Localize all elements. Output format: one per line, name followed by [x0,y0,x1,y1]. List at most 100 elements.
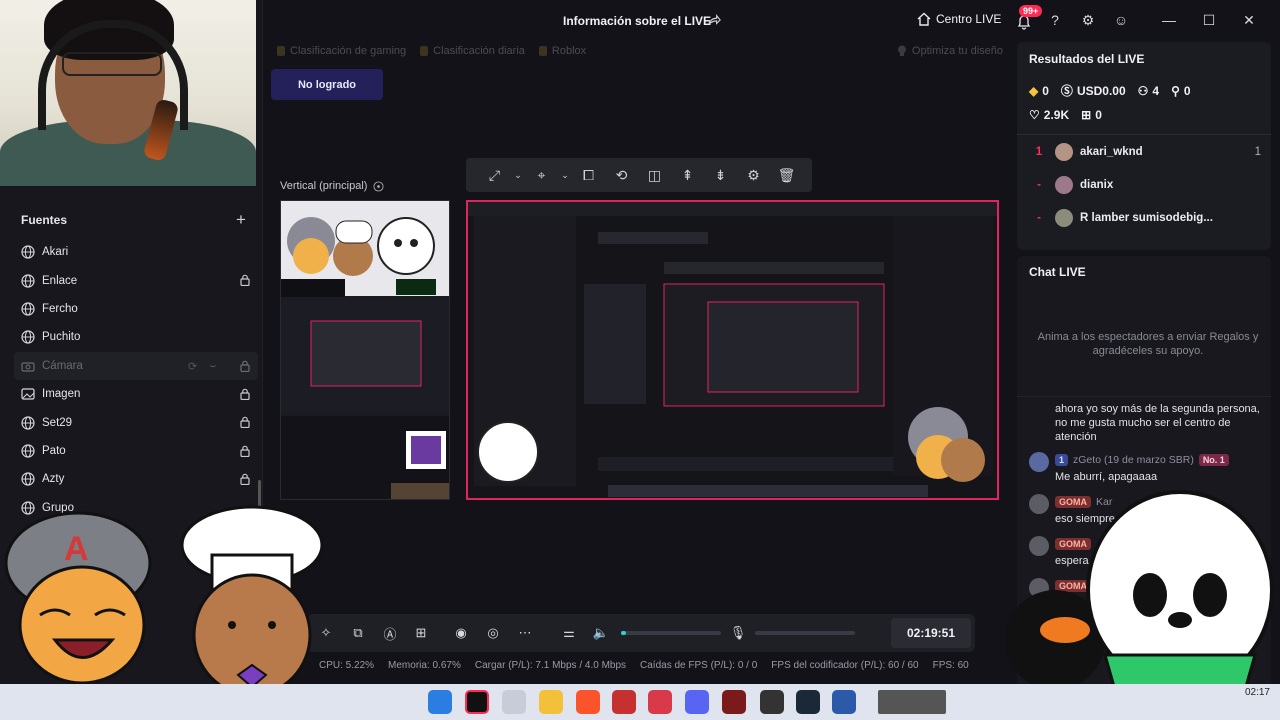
title-bar: Información sobre el LIVE [263,0,1015,40]
scene-icon[interactable]: ⊞ [412,624,430,642]
bulb-icon [897,45,906,56]
level-badge: 1 [1055,454,1069,466]
trash-icon[interactable]: 🗑 [770,158,803,192]
fit-icon[interactable]: ⤢ [478,158,511,192]
rotate-icon[interactable]: ⟲ [605,158,638,192]
add-source-icon[interactable]: + [236,211,246,228]
chip-daily[interactable]: Clasificación diaria [420,45,525,57]
ai-icon[interactable]: Ⓐ [381,624,399,642]
valorant-icon[interactable] [722,690,746,714]
window-thumbnail[interactable] [878,690,946,714]
voicemeeter-icon[interactable] [612,690,636,714]
layout-icon[interactable]: ⧉ [349,624,367,642]
trophy-icon [420,46,429,56]
chip-roblox[interactable]: Roblox [538,45,586,57]
discord-icon[interactable] [685,690,709,714]
globe-icon [21,245,35,259]
chevron-down-icon[interactable]: ⌄ [558,158,572,192]
help-icon[interactable]: ? [1047,12,1063,28]
chip-gaming[interactable]: Clasificación de gaming [277,45,406,57]
brave-icon[interactable] [576,690,600,714]
source-label: Puchito [42,331,81,344]
mixer-icon[interactable]: ⚌ [560,624,578,642]
settings-icon[interactable]: ⚙ [1080,12,1096,28]
source-item[interactable]: Enlace [14,266,258,294]
source-item[interactable]: Cámara ⟳ ⌣ [14,351,258,380]
steam-icon[interactable] [796,690,820,714]
lock-icon[interactable] [240,360,250,372]
game-icon [538,46,547,56]
ranking-username: dianix [1080,178,1114,191]
home-icon [917,12,931,26]
lock-icon[interactable] [240,445,250,457]
avatar [1029,452,1049,472]
windows-taskbar: 02:17 [0,684,1280,720]
lock-icon[interactable] [240,274,250,287]
vertical-label-text: Vertical (principal) [280,180,368,192]
lock-icon[interactable] [240,416,250,429]
globe-icon [21,472,35,486]
mic-slider[interactable] [755,631,855,635]
more-icon[interactable]: ⋯ [516,624,534,642]
viewers-icon: ⚇ [1137,83,1149,98]
source-label: Pato [42,444,66,457]
source-item[interactable]: Fercho [14,295,258,323]
share-icon[interactable] [707,13,721,27]
windows-start-icon[interactable] [428,690,452,714]
source-item[interactable]: Imagen [14,380,258,408]
source-item[interactable]: Pato [14,437,258,465]
image-icon [21,387,35,401]
metric-gifts: ⊞ 0 [1081,108,1102,122]
chat-user[interactable]: zGeto (19 de marzo SBR) [1073,454,1194,466]
app-icon[interactable] [648,690,672,714]
ranking-row[interactable]: 1 akari_wknd 1 [1017,135,1271,168]
horizontal-preview[interactable] [466,200,999,500]
crop-icon[interactable]: ⧠ [572,158,605,192]
flip-icon[interactable]: ◫ [638,158,671,192]
avatar-icon[interactable]: ☺ [1113,12,1129,28]
source-item[interactable]: Azty [14,465,258,493]
microphone-icon[interactable]: 🎙 [729,624,747,642]
window-title: Información sobre el LIVE [563,14,712,28]
position-icon[interactable]: ⌖ [525,158,558,192]
vertical-preview[interactable] [280,200,450,500]
tiktok-studio-icon[interactable] [465,690,489,714]
source-item[interactable]: Puchito [14,323,258,351]
lock-icon[interactable] [240,473,250,486]
send-backward-icon[interactable]: ⇟ [704,158,737,192]
speaker-icon[interactable]: 🔈 [592,624,610,642]
webcam-feed [0,0,256,186]
minimize-icon[interactable]: — [1161,12,1177,28]
chevron-down-icon[interactable]: ⌄ [511,158,525,192]
chat-meta: 1 zGeto (19 de marzo SBR) No. 1 [1055,454,1229,466]
replay-icon[interactable]: ◎ [484,624,502,642]
tiktok-app-icon[interactable] [502,690,526,714]
metric-diamonds: ◆ 0 [1029,83,1049,98]
source-label: Azty [42,473,65,486]
avatar [1055,175,1073,194]
refresh-icon[interactable]: ⟳ [188,360,197,373]
status-button[interactable]: No logrado [271,69,383,100]
close-icon[interactable]: ✕ [1241,12,1257,28]
obs-icon[interactable] [760,690,784,714]
maximize-icon[interactable]: ☐ [1201,12,1217,28]
volume-slider[interactable] [621,631,721,635]
ranking-row[interactable]: - R lamber sumisodebig... [1017,201,1271,234]
optimize-design[interactable]: Optimiza tu diseño [897,45,1003,57]
record-icon[interactable]: ◉ [452,624,470,642]
stat-fps: FPS: 60 [932,660,969,671]
source-item[interactable]: Akari [14,238,258,266]
source-item[interactable]: Set29 [14,408,258,436]
ranking-row[interactable]: - dianix [1017,168,1271,201]
diamond-icon: ◆ [1029,83,1039,98]
game-icon[interactable] [832,690,856,714]
visibility-icon[interactable]: ⌣ [209,360,216,372]
settings-icon[interactable]: ⚙ [737,158,770,192]
canvas-toolbar: ⤢ ⌄ ⌖ ⌄ ⧠ ⟲ ◫ ⇞ ⇟ ⚙ 🗑 [466,158,812,192]
folder-icon[interactable] [539,690,563,714]
bring-forward-icon[interactable]: ⇞ [671,158,704,192]
metric-likes: ♡ 2.9K [1029,108,1070,122]
help-icon[interactable] [373,180,384,192]
lock-icon[interactable] [240,388,250,401]
live-center-link[interactable]: Centro LIVE [917,12,1001,26]
